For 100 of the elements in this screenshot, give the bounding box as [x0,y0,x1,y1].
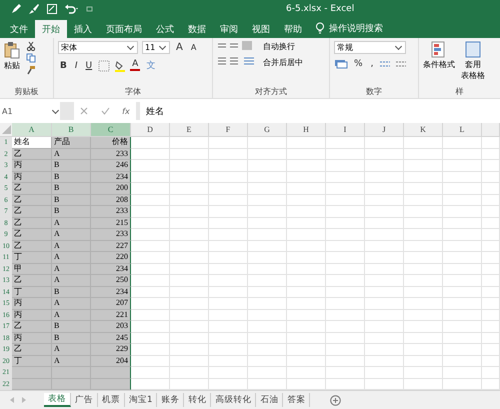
enter-icon[interactable] [100,107,110,115]
italic-button[interactable]: I [72,60,80,70]
fill-color-icon[interactable] [114,60,126,72]
table-cell [326,194,365,206]
column-header[interactable]: H [287,123,326,136]
table-cell [365,183,404,194]
column-header[interactable]: J [365,123,404,136]
ribbon-tab[interactable]: 文件 [3,20,35,38]
table-cell [365,160,404,172]
column-header[interactable]: G [248,123,287,136]
table-cell [131,367,170,378]
name-box[interactable]: A1 [0,102,60,120]
ribbon-tab[interactable]: 页面布局 [99,20,149,38]
paste-button[interactable]: 粘贴 [4,41,20,71]
table-cell [482,332,500,344]
scissors-icon[interactable] [26,41,36,51]
font-color-button[interactable]: A [130,60,140,71]
table-cell [482,148,500,160]
ribbon-tab[interactable]: 公式 [149,20,181,38]
add-sheet-icon[interactable] [330,394,342,406]
copy-icon[interactable] [26,53,36,63]
column-header[interactable]: L [443,123,482,136]
alignment-icons-drawing[interactable] [217,41,257,67]
table-cell: 乙 [12,206,52,218]
table-cell [209,229,248,240]
sheet-tab[interactable]: 答案 [283,393,310,407]
sheet-tab[interactable]: 账务 [157,393,184,407]
table-cell: A [52,240,91,252]
save-icon[interactable] [46,3,58,15]
table-cell [287,148,326,160]
table-cell [248,344,287,356]
format-painter-icon[interactable] [26,65,36,75]
column-header[interactable]: E [170,123,209,136]
ribbon-tab[interactable]: 视图 [245,20,277,38]
pen-icon[interactable] [10,3,22,15]
sheet-tab[interactable]: 石油 [256,393,284,407]
conditional-format-button[interactable]: 条件格式 [423,41,455,70]
table-cell [170,252,209,264]
table-cell [404,206,443,218]
table-cell [209,206,248,218]
table-cell: 233 [91,229,131,240]
table-cell [404,148,443,160]
table-cell [248,298,287,310]
table-style-icon[interactable] [465,41,481,59]
number-format-field[interactable]: 常规 [334,41,406,54]
grow-font-button[interactable]: A [174,42,185,53]
column-header[interactable]: K [404,123,443,136]
shrink-font-button[interactable]: A [188,43,198,52]
ribbon-tab[interactable]: 插入 [67,20,99,38]
cancel-icon[interactable] [80,107,88,115]
formula-field[interactable]: 姓名 [140,102,500,120]
table-format-button[interactable]: 套用 表格格 [461,41,485,81]
conditional-format-icon[interactable] [431,41,447,59]
table-cell [482,218,500,229]
column-header[interactable]: A [12,123,52,136]
column-header[interactable]: I [326,123,365,136]
sheet-tab[interactable]: 表格 [44,393,71,407]
ribbon-tab[interactable]: 审阅 [213,20,245,38]
clipboard-icon[interactable] [4,41,20,59]
merge-center-button[interactable]: 合并后居中 [263,57,303,68]
table-cell [209,194,248,206]
table-cell [209,172,248,183]
table-cell [131,218,170,229]
undo-icon[interactable] [64,3,80,15]
decrease-decimal-icon[interactable] [395,59,408,69]
sheet-tab[interactable]: 淘宝1 [125,393,158,407]
table-cell: 234 [91,286,131,298]
sheet-tab[interactable]: 高级转化 [211,393,256,407]
ribbon-tab[interactable]: 数据 [181,20,213,38]
brush-icon[interactable] [28,3,40,15]
table-cell [287,344,326,356]
column-header[interactable]: F [209,123,248,136]
table-cell [287,172,326,183]
insert-function-button[interactable]: fx [122,106,130,116]
table-cell [482,356,500,367]
table-cell [365,275,404,286]
comma-button[interactable]: , [368,59,376,69]
table-cell: B [52,183,91,194]
currency-icon[interactable] [334,59,348,69]
table-cell [443,356,482,367]
tell-me-search[interactable]: 操作说明搜索 [329,20,383,38]
wrap-text-button[interactable]: 自动换行 [263,41,303,52]
table-cell [131,240,170,252]
bold-button[interactable]: B [58,60,69,70]
table-cell: 丙 [12,172,52,183]
column-header[interactable]: B [52,123,91,136]
font-name-field[interactable]: 宋体 [58,41,138,54]
ribbon-tab[interactable]: 帮助 [277,20,309,38]
table-cell [131,194,170,206]
sheet-tab[interactable]: 机票 [98,393,125,407]
table-cell [91,367,131,378]
percent-button[interactable]: % [352,59,365,69]
font-size-field[interactable]: 11 [142,41,170,54]
sheet-tab[interactable]: 转化 [184,393,212,407]
increase-decimal-icon[interactable] [379,59,392,69]
table-cell: 234 [91,172,131,183]
underline-button[interactable]: U [84,60,94,70]
sheet-tab[interactable]: 广告 [71,393,98,407]
column-header[interactable]: D [131,123,170,136]
ribbon-tab[interactable]: 开始 [35,20,67,38]
